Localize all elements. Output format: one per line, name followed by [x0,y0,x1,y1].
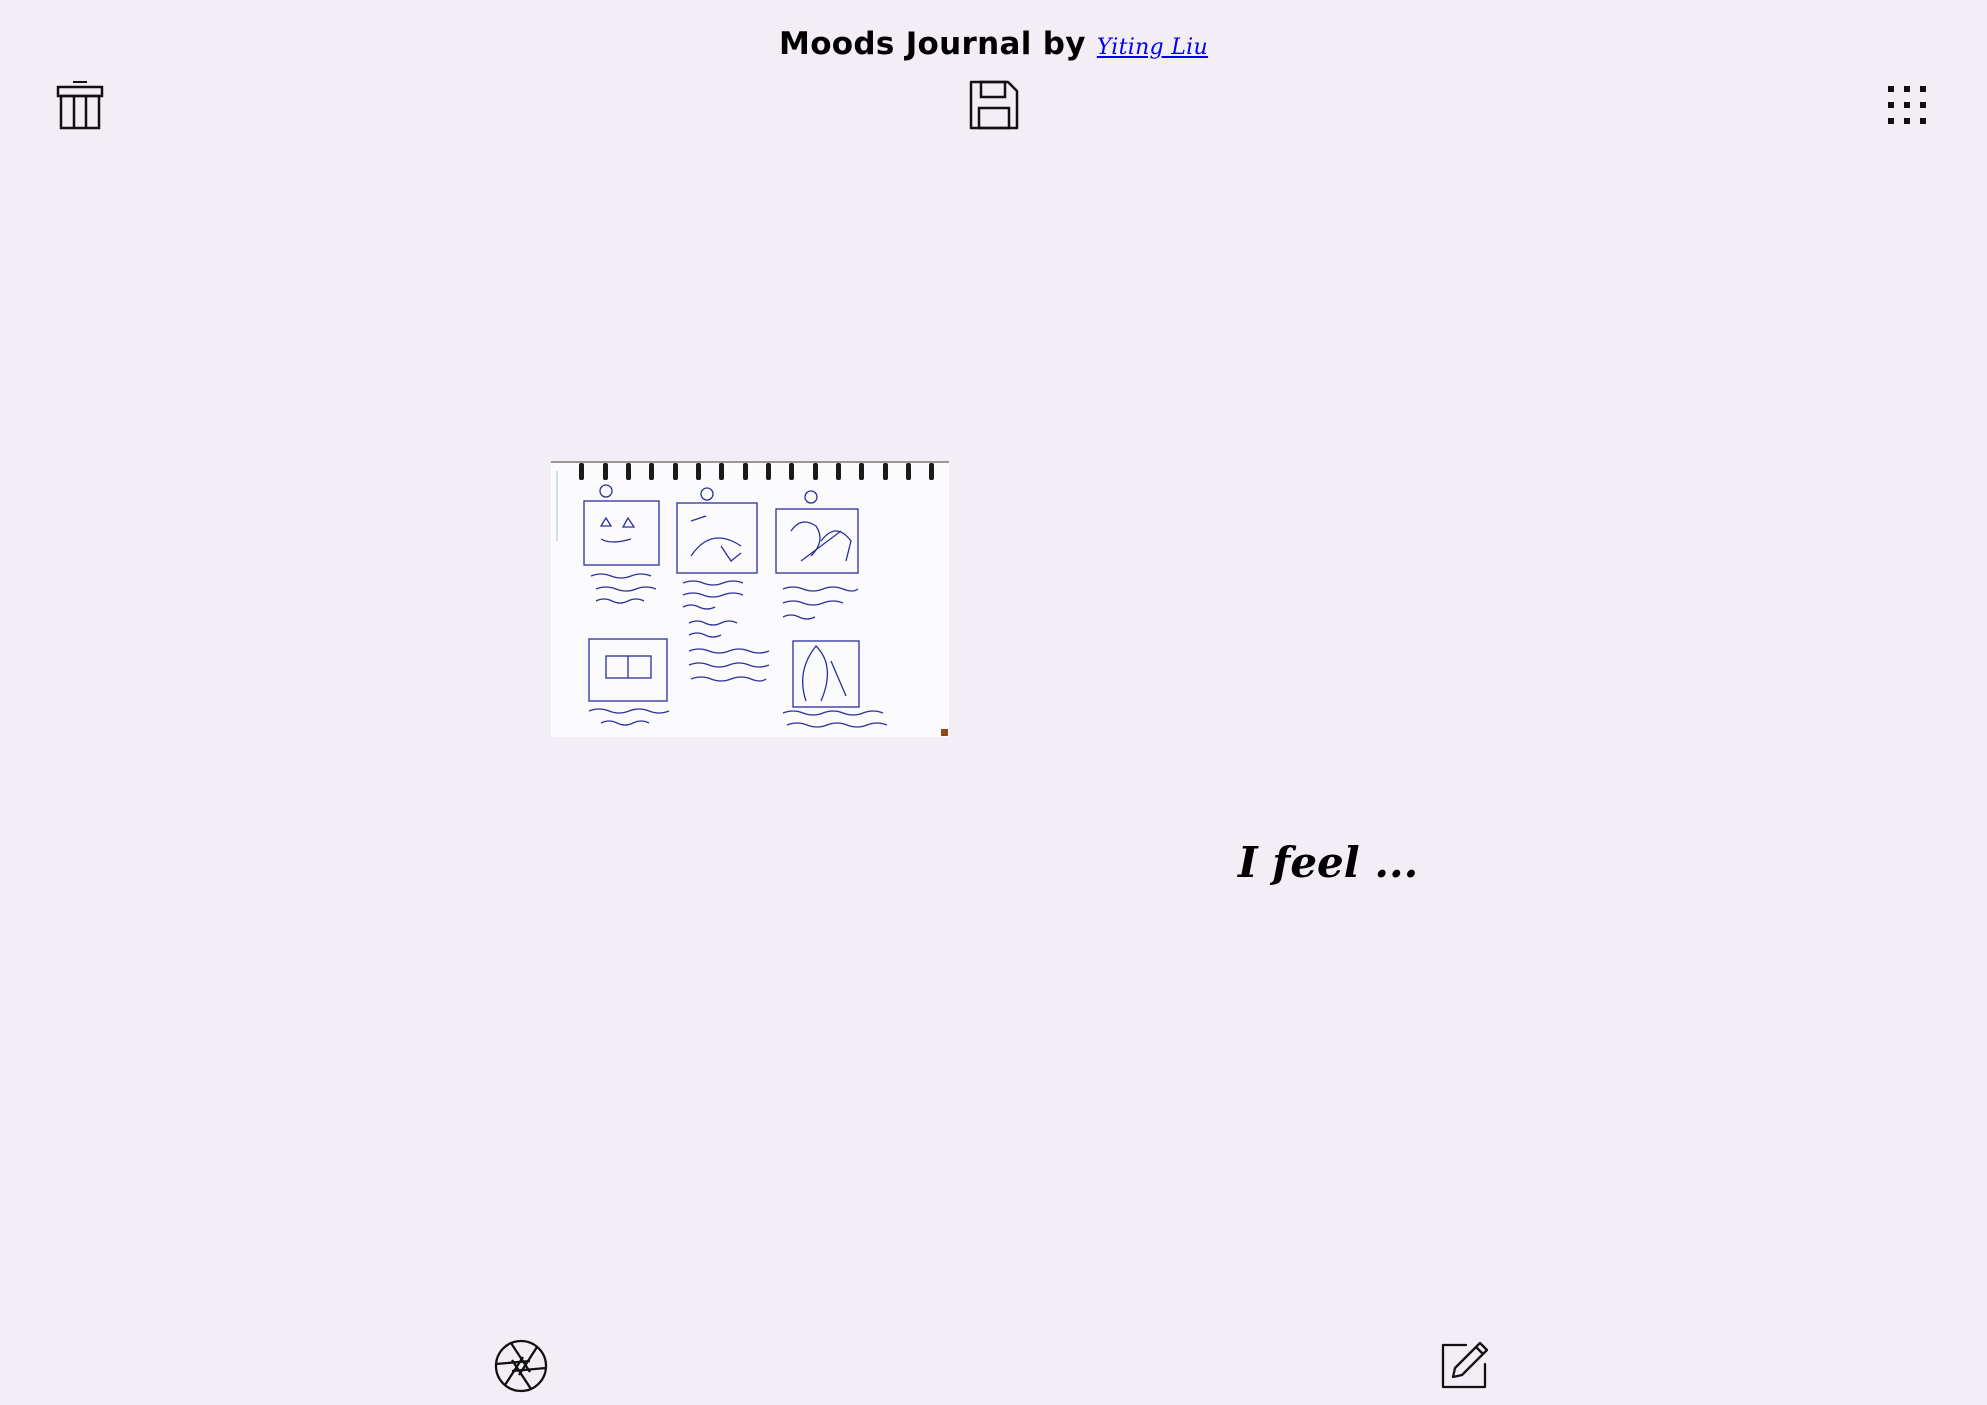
author-link[interactable]: Yiting Liu [1097,35,1208,60]
edit-pencil-icon [1441,1341,1489,1389]
title-by: by [1042,26,1086,62]
camera-aperture-icon [494,1339,548,1393]
edit-button[interactable] [1440,1340,1490,1390]
moods-journal-page: Moods Journal by Yiting Liu I feel ... [0,0,1987,1405]
journal-photo [551,461,949,737]
camera-button[interactable] [493,1338,549,1394]
menu-button[interactable] [1886,84,1928,126]
trash-icon [56,81,104,130]
grid-dots-icon [1888,86,1926,124]
floppy-disk-icon [969,80,1019,130]
app-title: Moods Journal [779,26,1032,62]
delete-button[interactable] [56,80,104,130]
sketch-storyboard-image [551,461,949,737]
mood-prompt: I feel ... [1238,838,1419,887]
save-button[interactable] [968,79,1020,131]
page-title: Moods Journal by Yiting Liu [0,26,1987,62]
